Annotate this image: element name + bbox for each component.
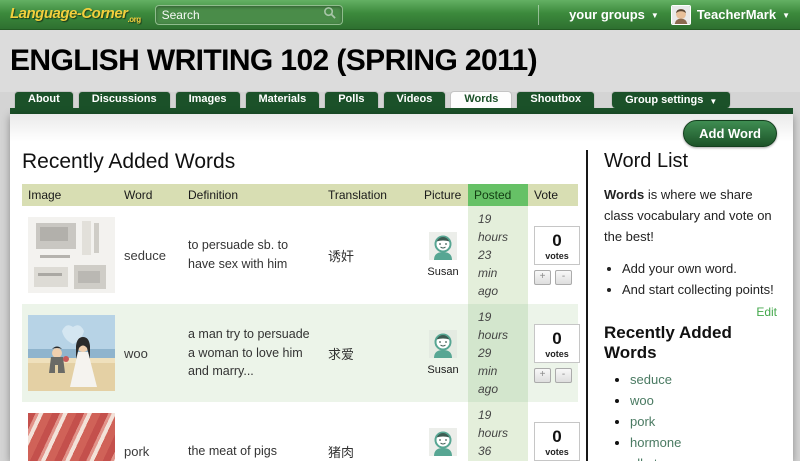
word-image-woo[interactable] [28, 315, 115, 391]
your-groups-menu[interactable]: your groups ▼ [569, 7, 659, 22]
votes-label: votes [535, 251, 579, 261]
vote-count-box: 0 votes [534, 226, 580, 265]
chevron-down-icon: ▼ [651, 11, 659, 20]
edit-link[interactable]: Edit [756, 305, 777, 319]
picture-username[interactable]: Susan [424, 266, 462, 278]
top-bar-right: your groups ▼ TeacherMark ▼ [538, 5, 790, 25]
definition-cell: the meat of pigs [182, 402, 322, 461]
column-header-word[interactable]: Word [118, 184, 182, 206]
tab-about[interactable]: About [14, 91, 74, 108]
vote-up-button[interactable]: + [534, 368, 551, 383]
column-header-image[interactable]: Image [22, 184, 118, 206]
word-cell: pork [118, 402, 182, 461]
sidebar-title: Word List [604, 150, 777, 173]
picture-avatar[interactable] [429, 249, 457, 263]
word-image-seduce[interactable] [28, 217, 115, 293]
search-icon[interactable] [323, 6, 336, 24]
tab-materials[interactable]: Materials [245, 91, 321, 108]
group-settings-label: Group settings [625, 93, 703, 108]
your-groups-label: your groups [569, 7, 645, 22]
word-cell: woo [118, 304, 182, 402]
content-panel: Add Word Recently Added Words Image Word… [10, 114, 793, 461]
recent-words-list: seduce woo pork hormone all-star coaliti… [630, 372, 777, 461]
word-cell: seduce [118, 206, 182, 304]
picture-avatar[interactable] [429, 347, 457, 361]
tab-images[interactable]: Images [175, 91, 241, 108]
tab-strip: About Discussions Images Materials Polls… [0, 92, 800, 108]
vote-count: 0 [535, 329, 579, 349]
posted-cell: 19 hours 29 min ago [468, 304, 528, 402]
votes-label: votes [535, 349, 579, 359]
sidebar: Word List Words is where we share class … [586, 150, 793, 461]
recent-word-item: hormone [630, 435, 777, 450]
recent-words-title: Recently Added Words [604, 323, 744, 362]
sidebar-description: Words is where we share class vocabulary… [604, 185, 777, 247]
posted-cell: 19 hours 36 min ago [468, 402, 528, 461]
votes-label: votes [535, 447, 579, 457]
add-word-button[interactable]: Add Word [683, 120, 777, 147]
page-title: ENGLISH WRITING 102 (SPRING 2011) [10, 44, 537, 78]
recent-word-link[interactable]: woo [630, 393, 654, 408]
section-heading: Recently Added Words [22, 150, 578, 174]
recent-word-item: pork [630, 414, 777, 429]
tab-words[interactable]: Words [450, 91, 512, 108]
vote-count-box: 0 votes [534, 422, 580, 461]
recent-word-link[interactable]: seduce [630, 372, 672, 387]
tab-shoutbox[interactable]: Shoutbox [516, 91, 595, 108]
picture-username[interactable]: Susan [424, 364, 462, 376]
title-bar: ENGLISH WRITING 102 (SPRING 2011) [0, 30, 800, 92]
chevron-down-icon: ▼ [782, 11, 790, 20]
tab-discussions[interactable]: Discussions [78, 91, 171, 108]
translation-cell: 诱奸 [322, 206, 418, 304]
group-settings-menu[interactable]: Group settings ▼ [611, 91, 731, 108]
column-header-picture[interactable]: Picture [418, 184, 468, 206]
search-input[interactable] [162, 8, 323, 22]
table-header-row: Image Word Definition Translation Pictur… [22, 184, 578, 206]
divider [538, 5, 539, 25]
vote-count: 0 [535, 427, 579, 447]
site-logo[interactable]: Language-Corner.org [10, 5, 141, 24]
column-header-vote[interactable]: Vote [528, 184, 578, 206]
vote-down-button[interactable]: - [555, 270, 572, 285]
tip-item: And start collecting points! [622, 282, 777, 297]
posted-cell: 19 hours 23 min ago [468, 206, 528, 304]
words-table: Image Word Definition Translation Pictur… [22, 184, 578, 461]
tab-videos[interactable]: Videos [383, 91, 447, 108]
recent-word-link[interactable]: hormone [630, 435, 681, 450]
vote-down-button[interactable]: - [555, 368, 572, 383]
recent-word-item: seduce [630, 372, 777, 387]
table-row: seduce to persuade sb. to have sex with … [22, 206, 578, 304]
word-image-pork[interactable] [28, 413, 115, 461]
top-bar: Language-Corner.org your groups ▼ Teache… [0, 0, 800, 30]
recent-word-link[interactable]: pork [630, 414, 655, 429]
search-box[interactable] [155, 5, 343, 25]
tab-polls[interactable]: Polls [324, 91, 378, 108]
vote-count: 0 [535, 231, 579, 251]
user-avatar [671, 5, 691, 25]
picture-avatar[interactable] [429, 445, 457, 459]
logo-suffix: .org [128, 15, 141, 24]
column-header-posted[interactable]: Posted [468, 184, 528, 206]
main-column: Recently Added Words Image Word Definiti… [22, 150, 578, 461]
table-row: woo a man try to persuade a woman to lov… [22, 304, 578, 402]
user-menu[interactable]: TeacherMark ▼ [671, 5, 790, 25]
sidebar-description-bold: Words [604, 187, 644, 202]
vote-up-button[interactable]: + [534, 270, 551, 285]
recent-word-item: woo [630, 393, 777, 408]
translation-cell: 求爱 [322, 304, 418, 402]
definition-cell: a man try to persuade a woman to love hi… [182, 304, 322, 402]
translation-cell: 猪肉 [322, 402, 418, 461]
chevron-down-icon: ▼ [709, 94, 717, 109]
username-label: TeacherMark [697, 7, 776, 22]
column-header-definition[interactable]: Definition [182, 184, 322, 206]
recent-word-item: all-star [630, 456, 777, 461]
vote-count-box: 0 votes [534, 324, 580, 363]
table-row: pork the meat of pigs 猪肉 Susan 19 hours … [22, 402, 578, 461]
sidebar-tips-list: Add your own word. And start collecting … [622, 261, 777, 297]
column-header-translation[interactable]: Translation [322, 184, 418, 206]
tip-item: Add your own word. [622, 261, 777, 276]
definition-cell: to persuade sb. to have sex with him [182, 206, 322, 304]
recent-word-link[interactable]: all-star [630, 456, 669, 461]
